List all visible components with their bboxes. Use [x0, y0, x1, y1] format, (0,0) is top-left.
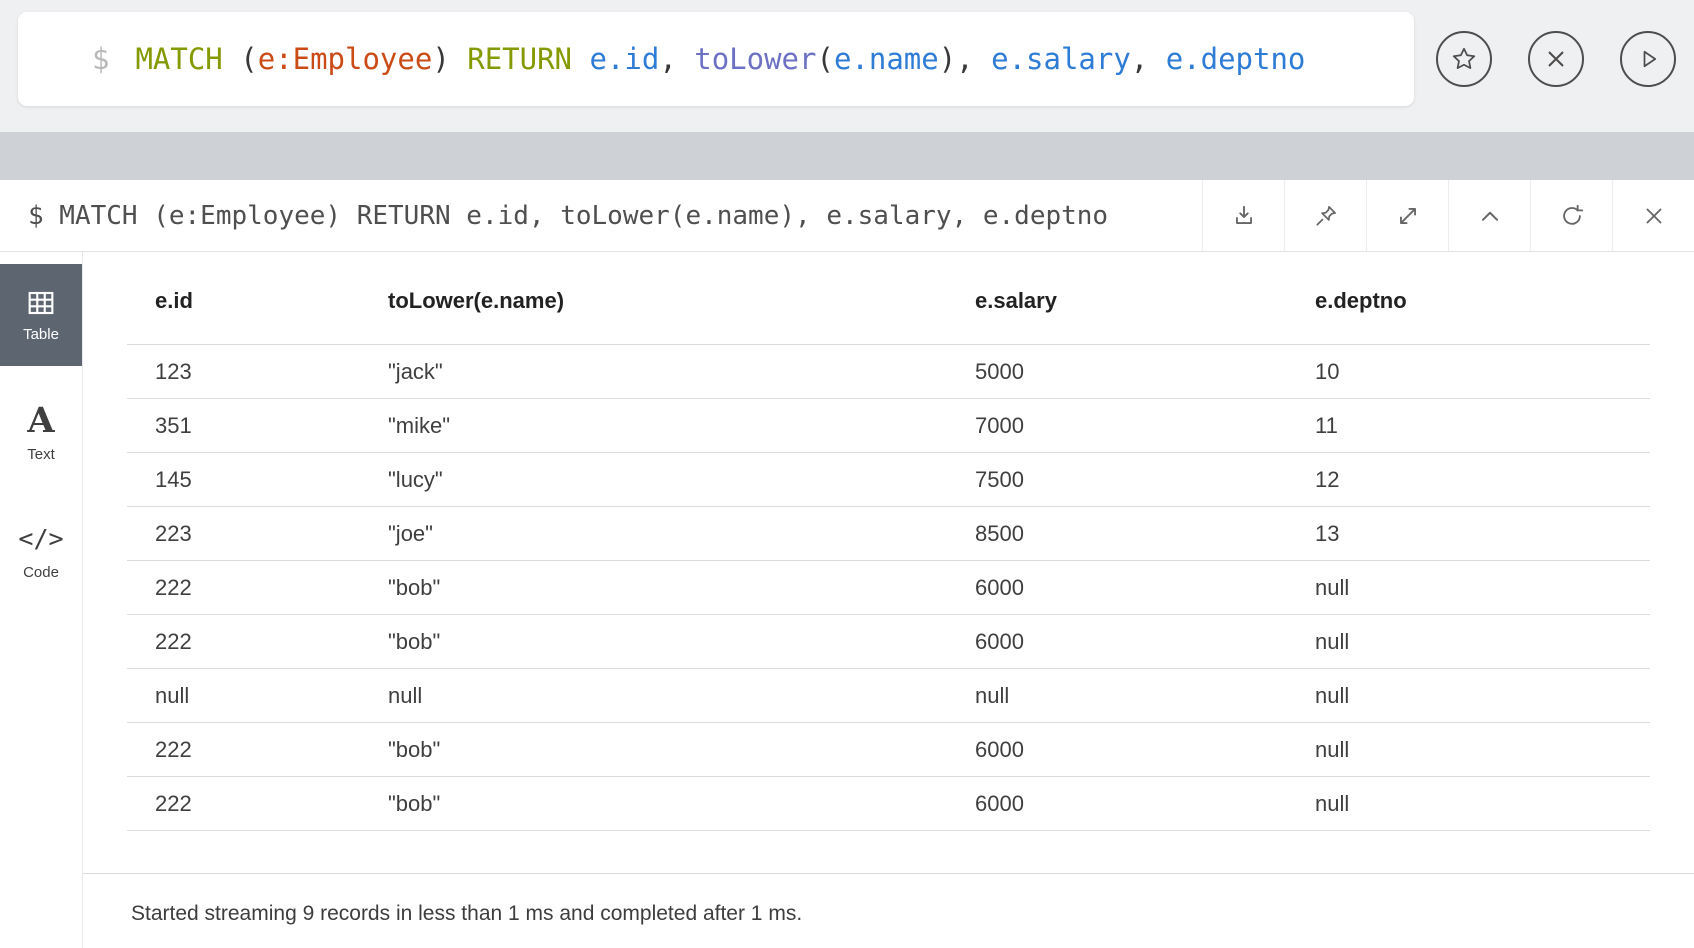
pin-button[interactable] — [1284, 180, 1366, 251]
frame-query-text[interactable]: $ MATCH (e:Employee) RETURN e.id, toLowe… — [0, 180, 1202, 251]
view-sidebar: Table A Text </> Code — [0, 252, 83, 948]
table-cell: null — [947, 668, 1287, 723]
stream-background — [0, 132, 1694, 180]
table-icon — [28, 291, 54, 315]
table-cell: 222 — [127, 722, 360, 777]
frame-header: $ MATCH (e:Employee) RETURN e.id, toLowe… — [0, 180, 1694, 252]
view-text-label: Text — [27, 446, 55, 463]
table-cell: null — [1287, 560, 1650, 615]
table-cell: "jack" — [360, 344, 947, 399]
collapse-icon — [1481, 211, 1498, 221]
pin-icon — [1315, 205, 1336, 226]
table-cell: 6000 — [947, 722, 1287, 777]
download-icon — [1235, 205, 1252, 224]
view-code-button[interactable]: </> Code — [0, 500, 82, 602]
result-content: e.id toLower(e.name) e.salary e.deptno 123 "… — [83, 252, 1694, 948]
column-header: e.id — [127, 252, 360, 345]
table-row: 351 "mike" 7000 11 — [127, 398, 1650, 453]
frame-toolbar — [1202, 180, 1694, 251]
frame-close-button[interactable] — [1612, 180, 1694, 251]
table-row: 222 "bob" 6000 null — [127, 722, 1650, 777]
table-cell: "lucy" — [360, 452, 947, 507]
table-cell: 222 — [127, 560, 360, 615]
view-code-label: Code — [23, 564, 59, 581]
editor-prompt: $ — [92, 42, 110, 76]
table-row: 222 "bob" 6000 null — [127, 560, 1650, 615]
query-tokens: MATCH (e:Employee) RETURN e.id, toLower(… — [135, 42, 1306, 76]
play-icon — [1643, 50, 1657, 68]
table-cell: 12 — [1287, 452, 1650, 507]
frame-body: Table A Text </> Code e.id toLower(e.name… — [0, 252, 1694, 948]
table-cell: "joe" — [360, 506, 947, 561]
table-body: 123 "jack" 5000 10 351 "mike" 7000 11 145 "lucy" 7… — [127, 344, 1650, 831]
column-header: e.salary — [947, 252, 1287, 345]
editor-bar: $ MATCH (e:Employee) RETURN e.id, toLowe… — [0, 0, 1694, 132]
table-cell: 11 — [1287, 398, 1650, 453]
table-row: 222 "bob" 6000 null — [127, 776, 1650, 831]
table-cell: 13 — [1287, 506, 1650, 561]
table-cell: "bob" — [360, 614, 947, 669]
view-text-button[interactable]: A Text — [0, 382, 82, 484]
run-query-button[interactable] — [1620, 31, 1676, 87]
table-cell: 223 — [127, 506, 360, 561]
table-cell: "mike" — [360, 398, 947, 453]
table-cell: 222 — [127, 776, 360, 831]
table-row: 123 "jack" 5000 10 — [127, 344, 1650, 399]
table-cell: 8500 — [947, 506, 1287, 561]
table-cell: null — [1287, 614, 1650, 669]
table-cell: 7500 — [947, 452, 1287, 507]
table-cell: null — [1287, 776, 1650, 831]
results-table: e.id toLower(e.name) e.salary e.deptno 123 "… — [127, 252, 1650, 831]
table-cell: null — [360, 668, 947, 723]
clear-editor-button[interactable] — [1528, 31, 1584, 87]
table-row: 222 "bob" 6000 null — [127, 614, 1650, 669]
status-message: Started streaming 9 records in less than… — [83, 873, 1694, 926]
view-table-button[interactable]: Table — [0, 264, 82, 366]
table-cell: 123 — [127, 344, 360, 399]
close-icon — [1548, 51, 1564, 67]
rerun-icon — [1562, 204, 1583, 225]
star-icon — [1452, 47, 1476, 69]
view-table-label: Table — [23, 326, 59, 343]
download-button[interactable] — [1202, 180, 1284, 251]
table-cell: 351 — [127, 398, 360, 453]
close-icon — [1646, 208, 1661, 223]
column-header: toLower(e.name) — [360, 252, 947, 345]
editor-actions — [1436, 12, 1676, 106]
table-cell: 6000 — [947, 776, 1287, 831]
table-row: null null null null — [127, 668, 1650, 723]
table-row: 223 "joe" 8500 13 — [127, 506, 1650, 561]
table-cell: "bob" — [360, 560, 947, 615]
table-cell: "bob" — [360, 722, 947, 777]
expand-button[interactable] — [1366, 180, 1448, 251]
favorite-button[interactable] — [1436, 31, 1492, 87]
collapse-button[interactable] — [1448, 180, 1530, 251]
table-cell: 7000 — [947, 398, 1287, 453]
query-editor[interactable]: $ MATCH (e:Employee) RETURN e.id, toLowe… — [18, 12, 1414, 106]
table-cell: null — [1287, 722, 1650, 777]
table-cell: 10 — [1287, 344, 1650, 399]
table-cell: null — [127, 668, 360, 723]
table-cell: 5000 — [947, 344, 1287, 399]
table-cell: 6000 — [947, 614, 1287, 669]
table-row: 145 "lucy" 7500 12 — [127, 452, 1650, 507]
table-cell: null — [1287, 668, 1650, 723]
rerun-button[interactable] — [1530, 180, 1612, 251]
code-icon: </> — [18, 524, 64, 553]
table-cell: "bob" — [360, 776, 947, 831]
text-icon: A — [27, 400, 55, 441]
table-header-row: e.id toLower(e.name) e.salary e.deptno — [127, 252, 1650, 345]
column-header: e.deptno — [1287, 252, 1650, 345]
table-cell: 145 — [127, 452, 360, 507]
expand-icon — [1399, 207, 1416, 224]
table-cell: 222 — [127, 614, 360, 669]
table-cell: 6000 — [947, 560, 1287, 615]
result-frame: $ MATCH (e:Employee) RETURN e.id, toLowe… — [0, 180, 1694, 948]
